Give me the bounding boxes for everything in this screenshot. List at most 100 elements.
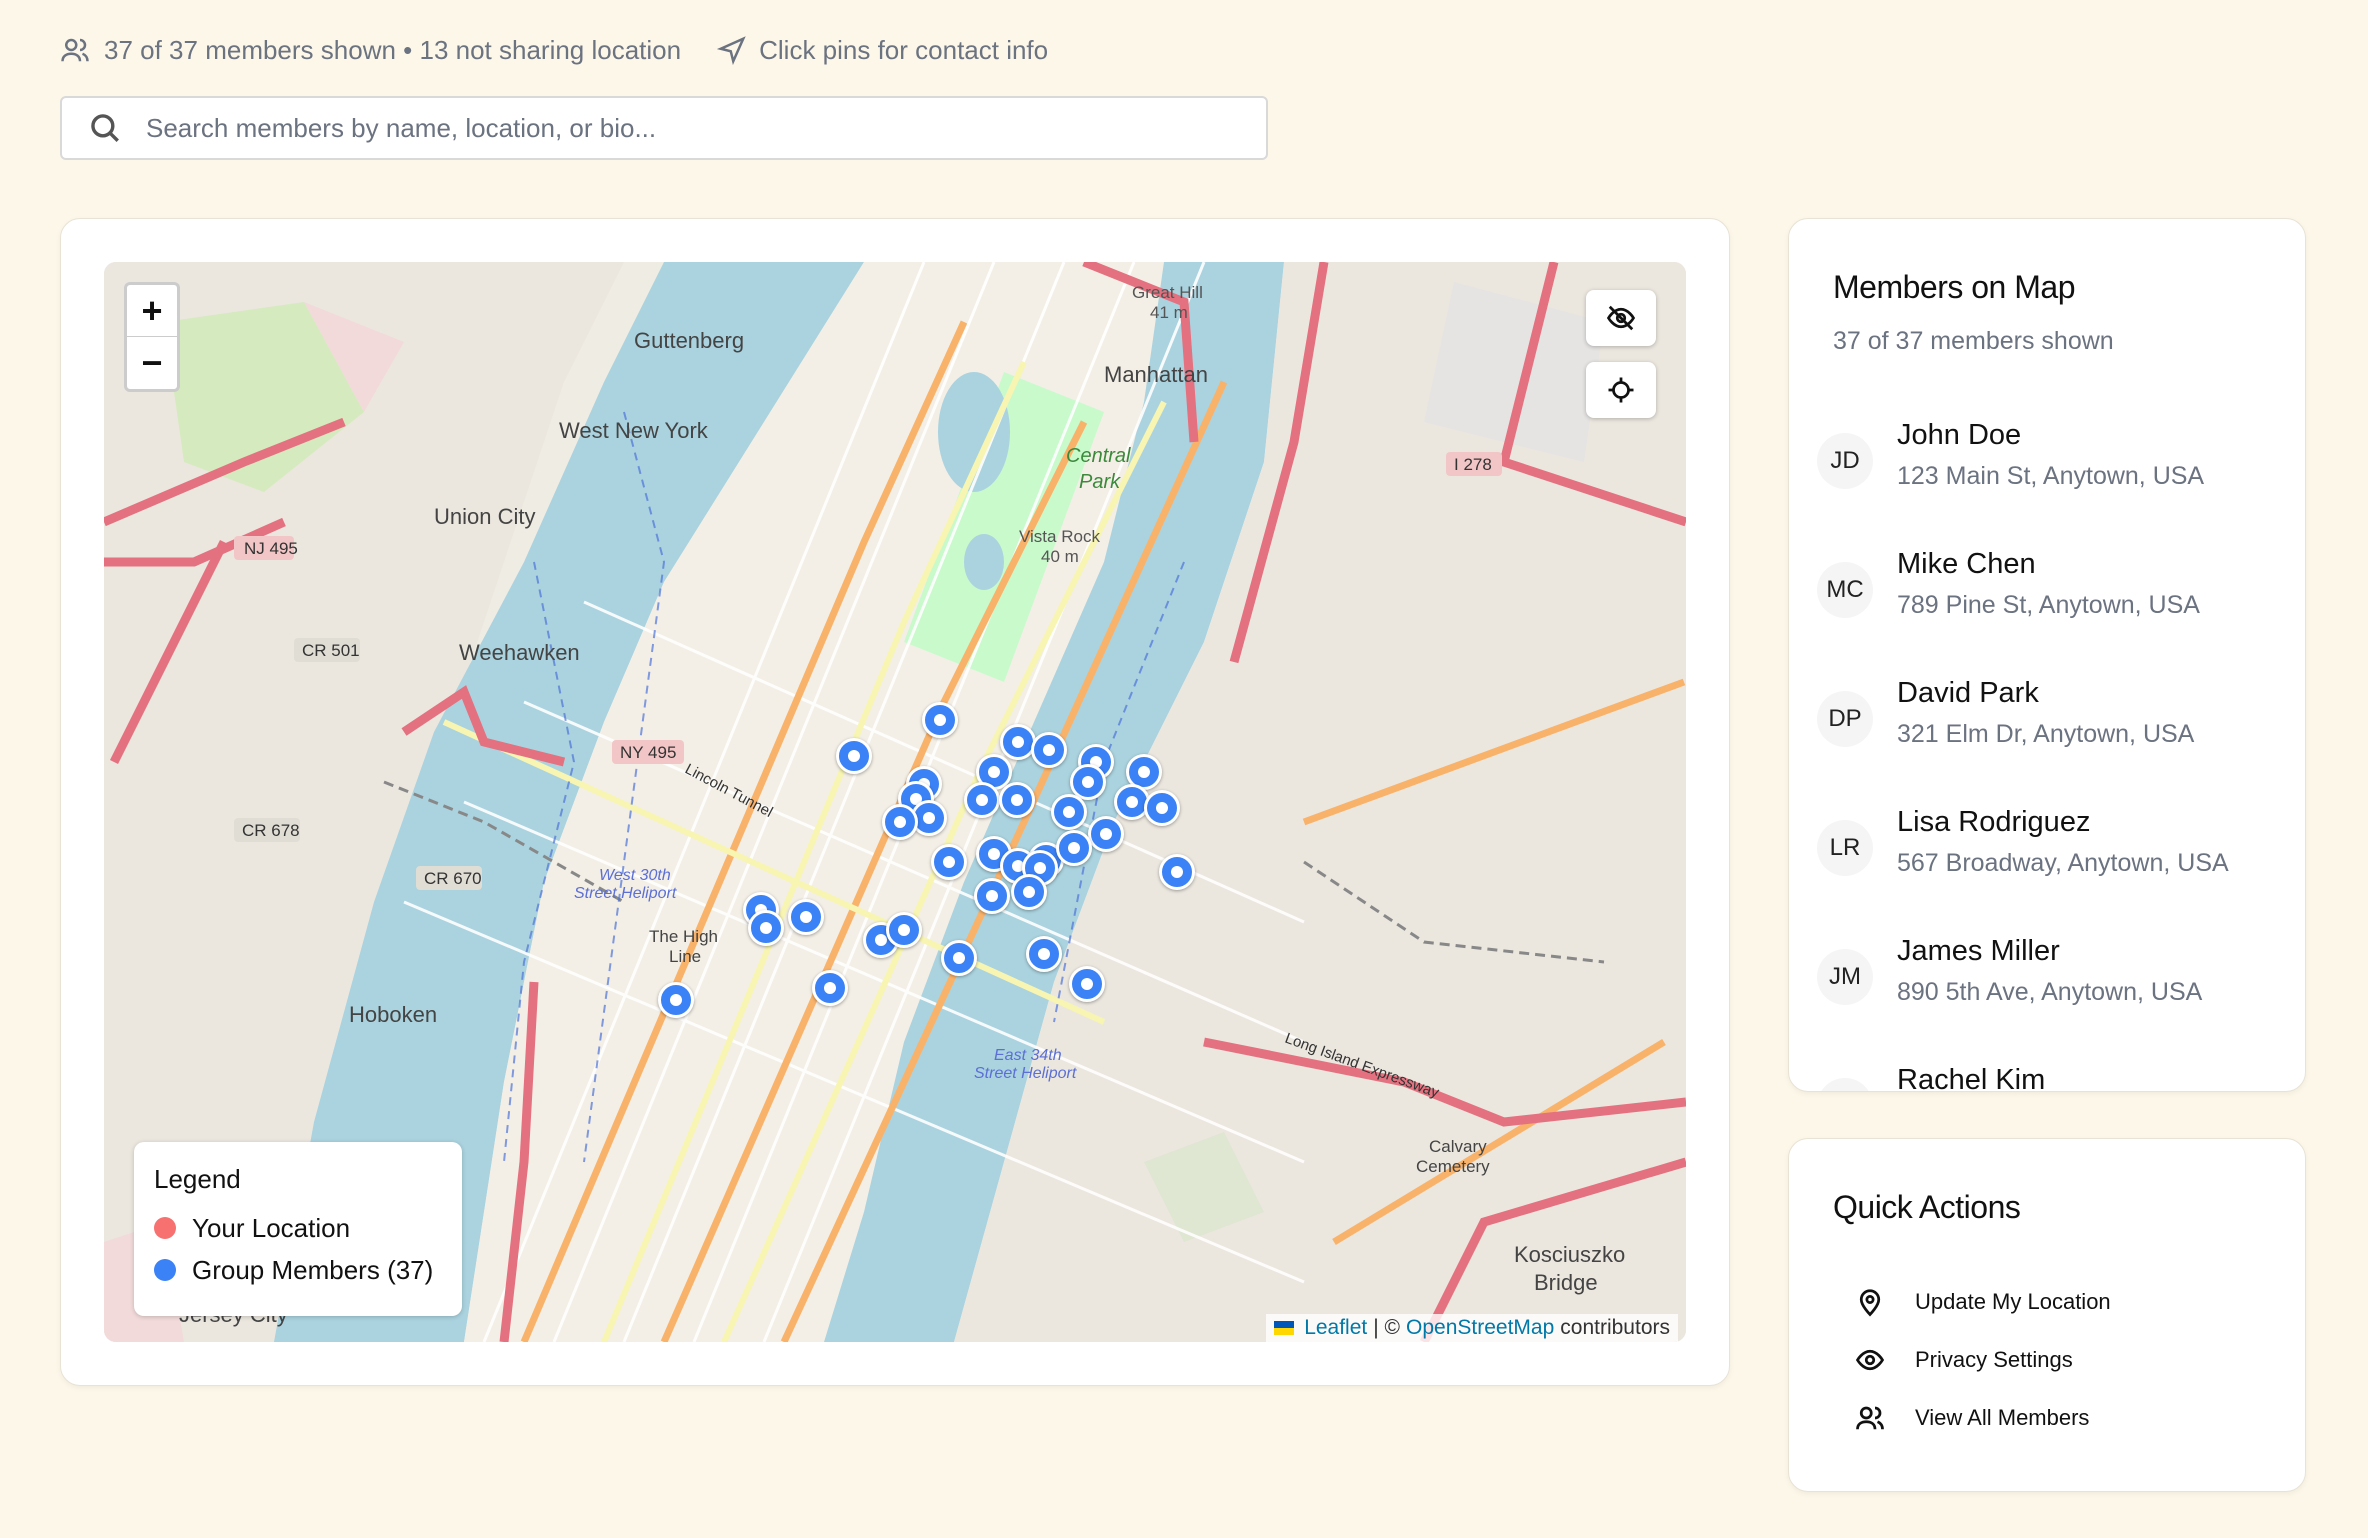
member-pin[interactable] [999,782,1035,818]
map-label: Hoboken [349,1002,437,1027]
locate-me-button[interactable] [1586,362,1656,418]
road-shield: NJ 495 [244,539,298,558]
member-list-item[interactable]: LR Lisa Rodriguez 567 Broadway, Anytown, U… [1817,806,2287,935]
member-pin[interactable] [812,970,848,1006]
road-shield: CR 501 [302,641,360,660]
member-pin[interactable] [836,738,872,774]
toggle-visibility-button[interactable] [1586,290,1656,346]
eye-off-icon [1606,305,1636,331]
member-address: 123 Main St, Anytown, USA [1897,462,2205,490]
map-label: Manhattan [1104,362,1208,387]
member-info: James Miller 890 5th Ave, Anytown, USA [1897,935,2202,1007]
map-label: Guttenberg [634,328,744,353]
zoom-out-button[interactable]: − [127,337,177,389]
legend-your-location: Your Location [154,1207,442,1249]
map-label: Union City [434,504,535,529]
map-label: Calvary [1429,1137,1487,1156]
send-icon [717,36,746,65]
eye-icon [1855,1349,1885,1371]
member-pin[interactable] [941,940,977,976]
member-pin[interactable] [882,804,918,840]
update-location-action[interactable]: Update My Location [1855,1273,2111,1331]
attribution-sep: | © [1373,1316,1401,1339]
osm-link[interactable]: OpenStreetMap [1406,1316,1554,1340]
members-panel: Members on Map 37 of 37 members shown JD… [1788,218,2306,1092]
map[interactable]: Guttenberg West New York Union City Weeh… [104,262,1686,1342]
avatar: DP [1817,691,1873,747]
avatar: LR [1817,820,1873,876]
ukraine-flag-icon [1274,1321,1295,1335]
member-address: 890 5th Ave, Anytown, USA [1897,978,2203,1006]
member-name: John Doe [1897,419,2022,451]
map-label: Great Hill [1132,283,1203,302]
member-list-item[interactable]: JM James Miller 890 5th Ave, Anytown, USA [1817,935,2287,1064]
map-label: Kosciuszko [1514,1242,1625,1267]
zoom-in-button[interactable]: + [127,285,177,337]
member-pin[interactable] [1011,874,1047,910]
member-pin[interactable] [1088,816,1124,852]
map-label: Weehawken [459,640,580,665]
member-info: John Doe 123 Main St, Anytown, USA [1897,419,2204,491]
map-label: Vista Rock [1019,527,1100,546]
member-list[interactable]: JD John Doe 123 Main St, Anytown, USA MC Mik… [1817,419,2287,1091]
member-address: 789 Pine St, Anytown, USA [1897,591,2200,619]
member-name: Mike Chen [1897,548,2036,580]
search-bar[interactable] [60,96,1268,160]
member-list-item[interactable]: MC Mike Chen 789 Pine St, Anytown, USA [1817,548,2287,677]
member-name: David Park [1897,677,2039,709]
member-pin[interactable] [1031,732,1067,768]
map-label: Cemetery [1416,1157,1490,1176]
member-info: Lisa Rodriguez 567 Broadway, Anytown, USA [1897,806,2229,878]
member-pin[interactable] [922,702,958,738]
map-attribution: Leaflet | © OpenStreetMap contributors [1266,1314,1678,1342]
search-input[interactable] [146,112,1226,144]
map-label: West 30th [599,867,671,884]
member-list-item[interactable]: JD John Doe 123 Main St, Anytown, USA [1817,419,2287,548]
member-pin[interactable] [658,982,694,1018]
member-pin[interactable] [1051,794,1087,830]
privacy-settings-label: Privacy Settings [1915,1347,2073,1372]
search-icon [91,114,119,142]
member-address: 321 Elm Dr, Anytown, USA [1897,720,2195,748]
member-pin[interactable] [964,782,1000,818]
privacy-settings-action[interactable]: Privacy Settings [1855,1331,2111,1389]
member-pin[interactable] [788,899,824,935]
map-label: 40 m [1041,547,1079,566]
map-label: East 34th [994,1047,1062,1064]
member-address: 567 Broadway, Anytown, USA [1897,849,2229,877]
member-pin[interactable] [1159,854,1195,890]
member-pin[interactable] [1144,790,1180,826]
legend-group-members-label: Group Members (37) [192,1254,434,1285]
member-pin[interactable] [748,910,784,946]
map-label: Bridge [1534,1270,1598,1295]
member-name: Lisa Rodriguez [1897,806,2091,838]
leaflet-link[interactable]: Leaflet [1304,1316,1367,1340]
avatar: JM [1817,949,1873,1005]
map-label: Street Heliport [974,1065,1077,1082]
pin-hint: Click pins for contact info [717,35,1048,66]
map-label: West New York [559,418,709,443]
users-icon [1856,1406,1884,1430]
member-pin[interactable] [1026,936,1062,972]
member-list-item[interactable]: RK Rachel Kim [1817,1064,2287,1091]
avatar: JD [1817,433,1873,489]
legend-group-members: Group Members (37) [154,1249,442,1291]
view-all-members-label: View All Members [1915,1405,2090,1430]
view-all-members-action[interactable]: View All Members [1855,1389,2111,1447]
member-pin[interactable] [931,844,967,880]
member-pin[interactable] [1056,830,1092,866]
member-pin[interactable] [1000,724,1036,760]
update-location-label: Update My Location [1915,1289,2111,1314]
pin-hint-text: Click pins for contact info [759,34,1049,65]
member-info: Mike Chen 789 Pine St, Anytown, USA [1897,548,2200,620]
users-icon [61,38,89,62]
member-pin[interactable] [886,912,922,948]
map-pin-icon [1859,1289,1881,1317]
avatar: RK [1817,1078,1873,1091]
member-pin[interactable] [974,878,1010,914]
map-label: Central [1066,445,1131,467]
road-shield: NY 495 [620,743,676,762]
member-list-item[interactable]: DP David Park 321 Elm Dr, Anytown, USA [1817,677,2287,806]
avatar: MC [1817,562,1873,618]
member-pin[interactable] [1069,966,1105,1002]
